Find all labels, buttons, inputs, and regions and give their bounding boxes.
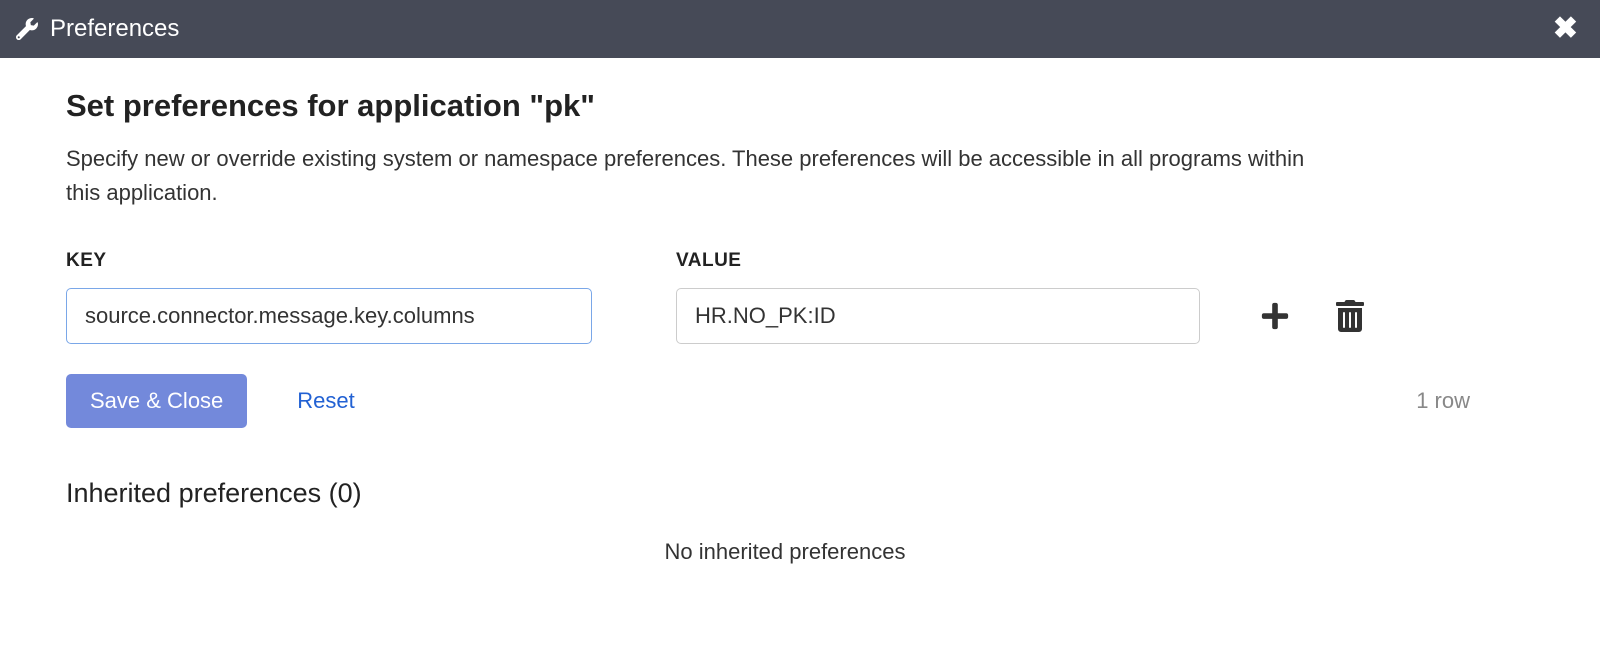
footer-left: Save & Close Reset (66, 374, 355, 428)
trash-icon[interactable] (1336, 300, 1364, 332)
page-description: Specify new or override existing system … (66, 142, 1316, 210)
kv-header: KEY VALUE (66, 250, 1534, 272)
modal-content: Set preferences for application "pk" Spe… (0, 58, 1600, 565)
wrench-icon (16, 18, 38, 40)
column-header-value: VALUE (676, 250, 741, 272)
close-icon[interactable]: ✖ (1547, 14, 1584, 44)
kv-actions (1260, 300, 1364, 332)
plus-icon[interactable] (1260, 301, 1290, 331)
modal-title: Preferences (50, 15, 179, 43)
no-inherited-message: No inherited preferences (36, 539, 1534, 565)
kv-row (66, 288, 1534, 344)
modal-header: Preferences ✖ (0, 0, 1600, 58)
key-input[interactable] (66, 288, 592, 344)
modal-header-left: Preferences (16, 15, 179, 43)
value-input[interactable] (676, 288, 1200, 344)
footer-row: Save & Close Reset 1 row (66, 374, 1534, 428)
row-count: 1 row (1416, 388, 1470, 414)
column-header-key: KEY (66, 250, 676, 272)
save-close-button[interactable]: Save & Close (66, 374, 247, 428)
page-title: Set preferences for application "pk" (66, 88, 1534, 124)
reset-link[interactable]: Reset (297, 388, 354, 414)
inherited-preferences-title: Inherited preferences (0) (66, 478, 1534, 509)
